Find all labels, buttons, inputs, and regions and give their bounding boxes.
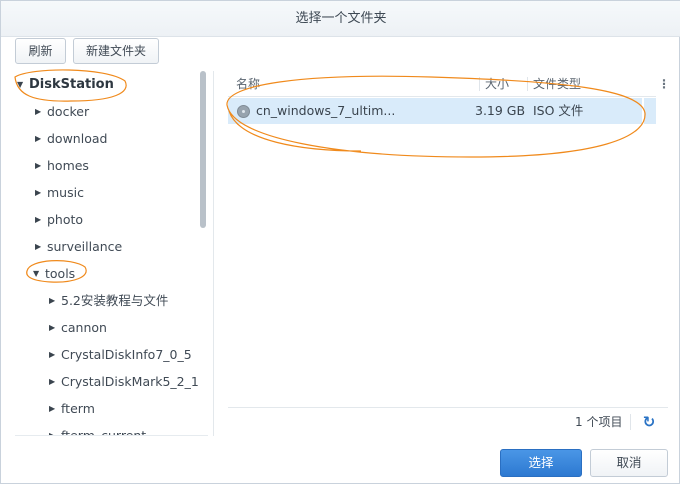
chevron-right-icon[interactable]: ▶ — [49, 369, 61, 395]
file-list-panel: 名称 大小 文件类型 ⋮ cn_windows_7_ultim... 3.19 … — [228, 71, 670, 436]
select-button[interactable]: 选择 — [500, 449, 582, 477]
folder-picker-dialog: 选择一个文件夹 刷新 新建文件夹 ▼ DiskStation ▶ docker ▶ d… — [0, 0, 680, 484]
chevron-right-icon[interactable]: ▶ — [35, 153, 47, 179]
chevron-right-icon[interactable]: ▶ — [49, 288, 61, 314]
chevron-right-icon[interactable]: ▶ — [35, 99, 47, 125]
tree-item-label: download — [47, 130, 108, 146]
row-highlight-extension — [644, 98, 656, 124]
chevron-down-icon[interactable]: ▼ — [33, 261, 45, 287]
tree-root-diskstation[interactable]: ▼ DiskStation — [17, 71, 114, 97]
tree-item-label: tools — [45, 265, 76, 281]
tree-subitem[interactable]: ▶ cannon — [49, 314, 107, 340]
chevron-down-icon[interactable]: ▼ — [17, 72, 29, 98]
tree-item-label: docker — [47, 103, 90, 119]
column-divider[interactable] — [527, 77, 528, 91]
tree-subitem[interactable]: ▶ fterm_current — [49, 422, 147, 436]
tree-item-label: 5.2安装教程与文件 — [61, 292, 169, 308]
chevron-right-icon[interactable]: ▶ — [35, 126, 47, 152]
tree-subitem[interactable]: ▶ fterm — [49, 395, 95, 421]
column-divider[interactable] — [479, 77, 480, 91]
tree-item-download[interactable]: ▶ download — [35, 125, 107, 151]
disc-image-icon — [237, 105, 250, 118]
tree-item-label: music — [47, 184, 84, 200]
panel-divider[interactable] — [213, 71, 214, 436]
dialog-title: 选择一个文件夹 — [295, 11, 387, 26]
tree-item-label: photo — [47, 211, 84, 227]
file-type: ISO 文件 — [533, 103, 584, 118]
tree-root-label: DiskStation — [29, 76, 114, 92]
chevron-right-icon[interactable]: ▶ — [49, 423, 61, 436]
dialog-titlebar: 选择一个文件夹 — [1, 1, 680, 37]
folder-tree: ▼ DiskStation ▶ docker ▶ download ▶ homes ▶ m… — [15, 71, 208, 436]
chevron-right-icon[interactable]: ▶ — [35, 180, 47, 206]
chevron-right-icon[interactable]: ▶ — [49, 342, 61, 368]
tree-item-label: surveillance — [47, 238, 123, 254]
list-footer: 1 个项目 ↻ — [228, 407, 668, 436]
chevron-right-icon[interactable]: ▶ — [35, 234, 47, 260]
tree-subitem[interactable]: ▶ 5.2安装教程与文件 — [49, 287, 168, 313]
item-count: 1 个项目 — [575, 415, 623, 429]
tree-item-docker[interactable]: ▶ docker — [35, 98, 89, 124]
tree-item-label: CrystalDiskMark5_2_1 — [61, 373, 199, 389]
tree-subitem[interactable]: ▶ CrystalDiskInfo7_0_5 — [49, 341, 192, 367]
chevron-right-icon[interactable]: ▶ — [35, 207, 47, 233]
footer-divider — [630, 414, 631, 430]
tree-item-photo[interactable]: ▶ photo — [35, 206, 83, 232]
tree-item-label: homes — [47, 157, 89, 173]
refresh-icon[interactable]: ↻ — [640, 413, 658, 431]
chevron-right-icon[interactable]: ▶ — [49, 315, 61, 341]
cancel-button[interactable]: 取消 — [590, 449, 668, 477]
chevron-right-icon[interactable]: ▶ — [49, 396, 61, 422]
tree-item-music[interactable]: ▶ music — [35, 179, 84, 205]
refresh-button[interactable]: 刷新 — [15, 38, 66, 64]
list-header: 名称 大小 文件类型 — [228, 71, 656, 97]
file-name: cn_windows_7_ultim... — [256, 103, 396, 118]
tree-item-label: cannon — [61, 319, 107, 335]
file-row[interactable]: cn_windows_7_ultim... 3.19 GB ISO 文件 — [228, 98, 642, 124]
column-header-size[interactable]: 大小 — [485, 71, 509, 97]
tree-item-tools[interactable]: ▼ tools — [33, 260, 75, 286]
tree-item-surveillance[interactable]: ▶ surveillance — [35, 233, 122, 259]
column-menu-icon[interactable]: ⋮ — [658, 71, 670, 97]
column-header-type[interactable]: 文件类型 — [533, 71, 581, 97]
tree-bottom-border — [15, 435, 208, 436]
tree-item-label: fterm — [61, 400, 95, 416]
column-header-name[interactable]: 名称 — [236, 71, 260, 97]
file-size: 3.19 GB — [475, 103, 526, 118]
tree-item-homes[interactable]: ▶ homes — [35, 152, 89, 178]
tree-scrollbar[interactable] — [200, 71, 206, 228]
tree-item-label: fterm_current — [61, 427, 147, 436]
new-folder-button[interactable]: 新建文件夹 — [73, 38, 159, 64]
dialog-button-bar: 选择 取消 — [1, 438, 680, 484]
tree-subitem[interactable]: ▶ CrystalDiskMark5_2_1 — [49, 368, 199, 394]
tree-item-label: CrystalDiskInfo7_0_5 — [61, 346, 192, 362]
